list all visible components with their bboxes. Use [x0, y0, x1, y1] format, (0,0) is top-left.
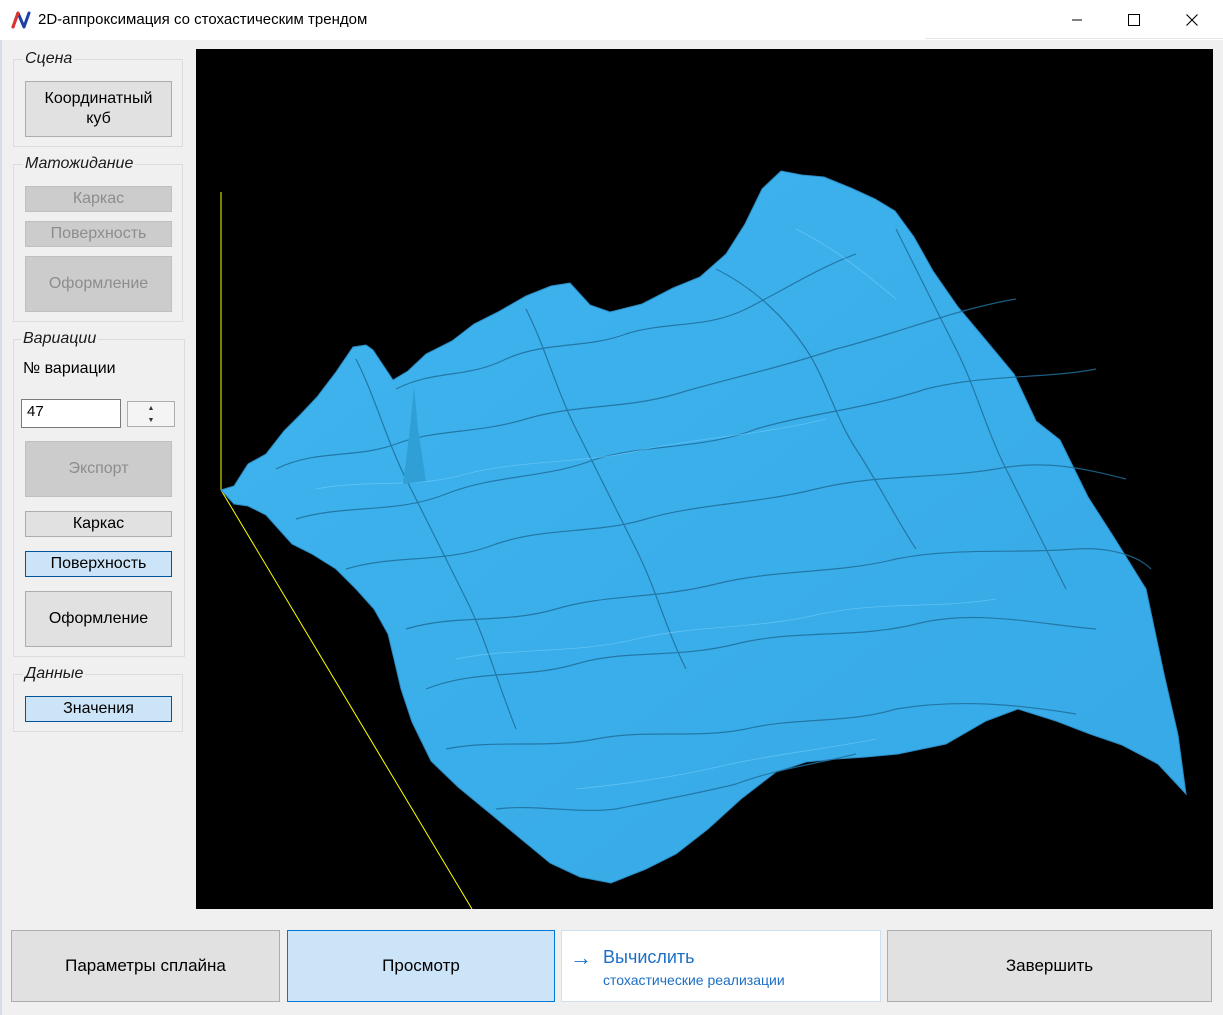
- surface-render[interactable]: [196, 49, 1213, 909]
- close-button[interactable]: [1163, 0, 1221, 40]
- data-values-button[interactable]: Значения: [25, 696, 172, 722]
- variation-design-button[interactable]: Оформление: [25, 591, 172, 647]
- group-expectation-legend: Матожидание: [23, 155, 136, 173]
- stochastic-surface: [220, 170, 1187, 884]
- group-data-legend: Данные: [23, 665, 86, 683]
- minimize-button[interactable]: [1048, 0, 1106, 40]
- 3d-viewport[interactable]: [196, 49, 1213, 909]
- group-variations-legend: Вариации: [21, 330, 99, 348]
- expectation-frame-button[interactable]: Каркас: [25, 186, 172, 212]
- view-button[interactable]: Просмотр: [287, 930, 555, 1002]
- finish-button[interactable]: Завершить: [887, 930, 1212, 1002]
- coord-cube-button[interactable]: Координатный куб: [25, 81, 172, 137]
- arrow-right-icon: →: [570, 945, 592, 970]
- window-title: 2D-аппроксимация со стохастическим тренд…: [38, 11, 368, 28]
- app-logo-icon: [11, 11, 31, 29]
- maximize-button[interactable]: [1105, 0, 1163, 40]
- variation-export-button[interactable]: Экспорт: [25, 441, 172, 497]
- compute-command-link[interactable]: → Вычислить стохастические реализации: [561, 930, 881, 1002]
- spin-up-icon[interactable]: ▲: [128, 402, 174, 414]
- group-scene-legend: Сцена: [23, 50, 75, 68]
- spin-down-icon[interactable]: ▼: [128, 414, 174, 426]
- compute-sub-label: стохастические реализации: [603, 972, 785, 988]
- variation-number-label: № вариации: [23, 360, 116, 377]
- expectation-design-button[interactable]: Оформление: [25, 256, 172, 312]
- window-left-edge: [0, 40, 2, 1015]
- titlebar-divider: [925, 38, 1223, 39]
- spline-params-button[interactable]: Параметры сплайна: [11, 930, 280, 1002]
- minimize-icon: [1072, 19, 1082, 21]
- variation-surface-button[interactable]: Поверхность: [25, 551, 172, 577]
- maximize-icon: [1128, 14, 1140, 26]
- expectation-surface-button[interactable]: Поверхность: [25, 221, 172, 247]
- variation-number-input[interactable]: 47: [21, 399, 121, 428]
- compute-main-label: Вычислить: [603, 947, 695, 967]
- variation-spinner: ▲ ▼: [127, 401, 175, 427]
- coord-cube-label: Координатный куб: [44, 90, 153, 127]
- variation-frame-button[interactable]: Каркас: [25, 511, 172, 537]
- title-bar: 2D-аппроксимация со стохастическим тренд…: [0, 0, 1223, 40]
- close-icon: [1186, 14, 1198, 26]
